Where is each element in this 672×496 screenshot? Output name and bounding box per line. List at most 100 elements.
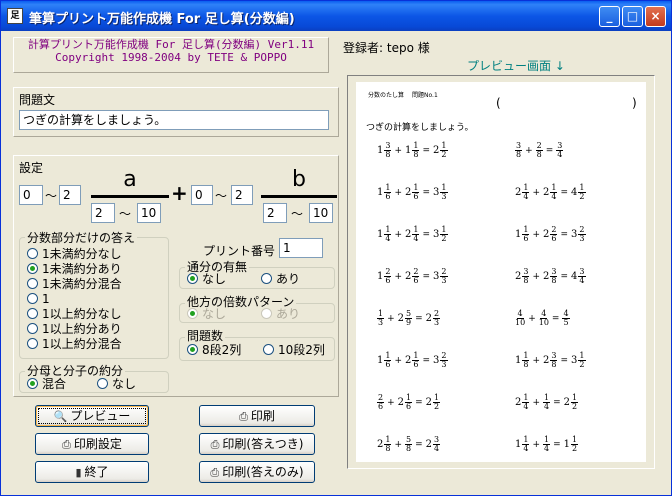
problem-right-2: 2 1 4 +2 1 4 = 4 1 2: [515, 183, 586, 201]
multiple-pattern-option-0: なし: [187, 307, 226, 322]
question-label: 問題文: [19, 93, 56, 107]
reduce-group-label: 分母と分子の約分: [25, 364, 126, 378]
radio-icon: [261, 273, 272, 284]
problem-right-1: 3 8 +2 8 = 3 4: [515, 141, 564, 159]
app-icon: 足: [7, 8, 23, 24]
radio-icon: [27, 278, 38, 289]
client-area: 計算プリント万能作成機 For 足し算(分数編) Ver1.11 Copyrig…: [5, 31, 667, 493]
radio-checked-icon: [27, 263, 38, 274]
problem-left-7: 2 6 +2 1 6 = 2 1 2: [377, 393, 441, 411]
answer-option-5[interactable]: 1以上約分あり: [27, 322, 122, 337]
paper-header-number: 問題No.1: [412, 92, 438, 99]
common-denom-option-1[interactable]: あり: [261, 272, 300, 287]
a-whole-min-input[interactable]: 0: [19, 185, 43, 205]
settings-label: 設定: [19, 161, 44, 175]
common-denom-option-0[interactable]: なし: [187, 272, 226, 287]
print-with-answers-button[interactable]: ⎙ 印刷(答えつき): [199, 433, 315, 455]
a-fraction-bar: [91, 195, 169, 198]
maximize-button[interactable]: □: [622, 6, 643, 27]
printer-icon: ⎙: [210, 466, 220, 479]
problem-left-5: 1 3 +2 5 9 = 2 2 3: [377, 309, 441, 327]
reduce-option-1[interactable]: なし: [97, 377, 136, 392]
answer-group-label: 分数部分だけの答え: [25, 231, 138, 245]
printer-settings-icon: ⎙: [62, 438, 71, 451]
problem-left-6: 1 1 6 +2 1 6 = 3 2 3: [377, 351, 448, 369]
problem-right-5: 4 10 +4 10 = 4 5: [515, 309, 570, 327]
a-whole-max-input[interactable]: 2: [59, 185, 81, 205]
problem-left-1: 1 3 8 +1 1 8 = 2 1 2: [377, 141, 448, 159]
radio-icon: [97, 378, 108, 389]
problem-count-option-1[interactable]: 10段2列: [263, 343, 325, 358]
header-version: 計算プリント万能作成機 For 足し算(分数編) Ver1.11: [27, 38, 315, 51]
radio-icon: [27, 293, 38, 304]
print-button[interactable]: ⎙ 印刷: [199, 405, 315, 427]
problem-left-8: 2 1 8 +5 8 = 2 3 4: [377, 435, 441, 453]
problem-right-4: 2 3 8 +2 3 8 = 4 3 4: [515, 267, 586, 285]
radio-icon: [27, 308, 38, 319]
header-copyright: Copyright 1998-2004 by TETE & POPPO: [55, 51, 287, 64]
printer-icon: ⎙: [239, 410, 248, 423]
app-window: 足 筆算プリント万能作成機 For 足し算(分数編) _ □ × 計算プリント万…: [0, 0, 672, 496]
print-answers-only-button[interactable]: ⎙ 印刷(答えのみ): [199, 461, 315, 483]
answer-options: 1未満約分なし 1未満約分あり 1未満約分混合 1 1以上約分なし 1以上約分あ…: [27, 247, 122, 352]
problem-left-2: 1 1 6 +2 1 6 = 3 1 3: [377, 183, 448, 201]
radio-icon: [27, 323, 38, 334]
registrant-label: 登録者: tepo 様: [343, 41, 430, 55]
problem-right-6: 1 1 8 +2 3 8 = 3 1 2: [515, 351, 586, 369]
paper-paren-open: (: [496, 96, 501, 110]
reduce-option-0[interactable]: 混合: [27, 377, 66, 392]
answer-option-1[interactable]: 1未満約分あり: [27, 262, 122, 277]
radio-icon: [27, 248, 38, 259]
preview-button[interactable]: 🔍 プレビュー: [35, 405, 149, 427]
minimize-button[interactable]: _: [599, 6, 620, 27]
plus-sign: +: [171, 181, 188, 205]
radio-checked-icon: [27, 378, 38, 389]
b-denom-max-input[interactable]: 10: [309, 203, 333, 223]
print-settings-button[interactable]: ⎙ 印刷設定: [35, 433, 149, 455]
close-button[interactable]: ×: [645, 6, 666, 27]
header-credit-box: 計算プリント万能作成機 For 足し算(分数編) Ver1.11 Copyrig…: [13, 37, 329, 73]
answer-option-0[interactable]: 1未満約分なし: [27, 247, 122, 262]
print-number-label: プリント番号: [203, 244, 276, 258]
close-icon: ×: [650, 9, 661, 23]
problem-count-option-0[interactable]: 8段2列: [187, 343, 241, 358]
problem-right-7: 2 1 4 +1 4 = 2 1 2: [515, 393, 579, 411]
a-letter: a: [123, 167, 137, 192]
question-input[interactable]: つぎの計算をしましょう。: [19, 110, 329, 130]
preview-pane[interactable]: 分数のたし算 問題No.1 ( ) つぎの計算をしましょう。 1 3 8 +1 1 8 = 2…: [347, 75, 655, 469]
b-whole-tilde: 〜: [215, 189, 228, 203]
a-denom-min-input[interactable]: 2: [91, 203, 115, 223]
minimize-icon: _: [606, 9, 613, 23]
radio-icon: [27, 338, 38, 349]
problem-right-3: 1 1 6 +2 2 6 = 3 2 3: [515, 225, 586, 243]
title-bar[interactable]: 足 筆算プリント万能作成機 For 足し算(分数編) _ □ ×: [1, 1, 671, 31]
problem-count-group-label: 問題数: [185, 329, 226, 343]
paper-paren-close: ): [632, 96, 637, 110]
exit-button[interactable]: ▮ 終了: [35, 461, 149, 483]
answer-option-2[interactable]: 1未満約分混合: [27, 277, 122, 292]
radio-checked-icon: [187, 308, 198, 319]
multiple-pattern-option-1: あり: [261, 307, 300, 322]
radio-icon: [263, 344, 274, 355]
problem-left-3: 1 1 4 +2 1 4 = 3 1 2: [377, 225, 448, 243]
b-denom-tilde: 〜: [291, 207, 304, 221]
b-fraction-bar: [261, 195, 337, 198]
maximize-icon: □: [626, 9, 639, 23]
b-whole-max-input[interactable]: 2: [231, 185, 253, 205]
answer-option-6[interactable]: 1以上約分混合: [27, 337, 122, 352]
window-title: 筆算プリント万能作成機 For 足し算(分数編): [29, 12, 295, 27]
printer-icon: ⎙: [210, 438, 220, 451]
paper-instruction: つぎの計算をしましょう。: [366, 123, 474, 133]
preview-paper: 分数のたし算 問題No.1 ( ) つぎの計算をしましょう。 1 3 8 +1 1 8 = 2…: [356, 82, 646, 462]
answer-option-3[interactable]: 1: [27, 292, 122, 307]
exit-door-icon: ▮: [75, 466, 82, 479]
a-denom-max-input[interactable]: 10: [137, 203, 161, 223]
problem-right-8: 1 1 4 +1 4 = 1 1 2: [515, 435, 579, 453]
magnifier-icon: 🔍: [53, 410, 68, 423]
answer-option-4[interactable]: 1以上約分なし: [27, 307, 122, 322]
b-denom-min-input[interactable]: 2: [263, 203, 287, 223]
b-whole-min-input[interactable]: 0: [191, 185, 213, 205]
print-number-input[interactable]: 1: [279, 238, 323, 258]
radio-icon: [261, 308, 272, 319]
a-denom-tilde: 〜: [119, 207, 132, 221]
